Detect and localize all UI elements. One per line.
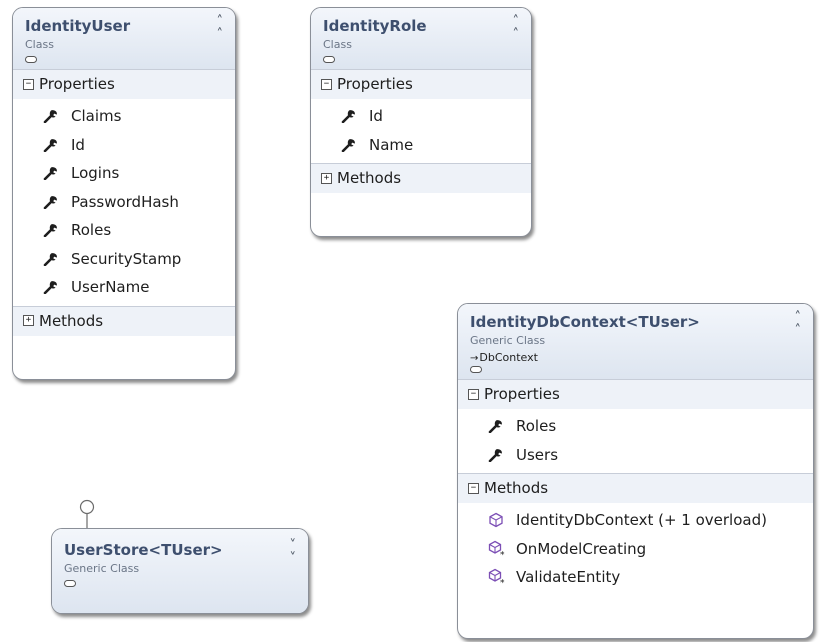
class-header[interactable]: IdentityUser Class ˄ ˄ <box>13 8 235 69</box>
wrench-icon <box>43 109 71 124</box>
class-userstore[interactable]: UserStore<TUser> Generic Class ˅ ˅ <box>51 528 309 614</box>
property-name: Logins <box>71 164 120 183</box>
class-header[interactable]: UserStore<TUser> Generic Class ˅ ˅ <box>52 529 308 613</box>
property-item[interactable]: Claims <box>13 102 235 131</box>
class-header[interactable]: IdentityRole Class ˄ ˄ <box>311 8 531 69</box>
property-name: Id <box>71 135 85 154</box>
method-cube-icon <box>488 512 516 528</box>
wrench-icon <box>43 223 71 238</box>
pin-icon <box>323 56 335 63</box>
property-item[interactable]: UserName <box>13 273 235 302</box>
property-item[interactable]: Users <box>458 441 813 470</box>
properties-section-header[interactable]: − Properties <box>311 69 531 99</box>
properties-list: Id Name <box>311 99 531 163</box>
method-item[interactable]: * OnModelCreating <box>458 535 813 564</box>
section-label: Properties <box>337 75 413 93</box>
properties-list: Claims Id Logins PasswordHash Roles SecurityS… <box>13 99 235 306</box>
methods-section-header[interactable]: + Methods <box>311 163 531 193</box>
expand-toggle-icon[interactable]: + <box>321 172 332 184</box>
collapse-toggle-icon[interactable]: − <box>468 482 479 494</box>
protected-method-icon: * <box>488 568 516 586</box>
wrench-icon <box>341 109 369 124</box>
method-item[interactable]: IdentityDbContext (+ 1 overload) <box>458 506 813 535</box>
method-name: OnModelCreating <box>516 539 647 558</box>
class-identityuser[interactable]: IdentityUser Class ˄ ˄ − Properties Claim… <box>12 7 236 380</box>
class-name: IdentityUser <box>25 17 131 35</box>
property-name: UserName <box>71 278 150 297</box>
property-name: Name <box>369 135 414 154</box>
lollipop-interface-icon <box>79 499 95 529</box>
properties-section-header[interactable]: − Properties <box>458 379 813 409</box>
method-name: ValidateEntity <box>516 568 621 587</box>
property-item[interactable]: PasswordHash <box>13 188 235 217</box>
class-name: IdentityRole <box>323 17 427 35</box>
class-kind: Class <box>323 38 352 51</box>
property-item[interactable]: Id <box>311 102 531 131</box>
collapse-chevron-icon[interactable]: ˄ ˄ <box>513 15 520 41</box>
property-name: Id <box>369 107 383 126</box>
wrench-icon <box>43 195 71 209</box>
properties-section-header[interactable]: − Properties <box>13 69 235 99</box>
wrench-icon <box>43 138 71 152</box>
protected-method-icon: * <box>488 540 516 558</box>
property-name: PasswordHash <box>71 192 179 211</box>
property-name: Roles <box>516 417 557 436</box>
property-name: SecurityStamp <box>71 249 182 268</box>
property-item[interactable]: Id <box>13 131 235 160</box>
property-item[interactable]: Logins <box>13 159 235 188</box>
class-header[interactable]: IdentityDbContext<TUser> Generic Class →… <box>458 304 813 379</box>
section-label: Methods <box>484 479 549 497</box>
pin-icon <box>470 366 482 373</box>
collapse-toggle-icon[interactable]: − <box>468 388 479 400</box>
section-label: Properties <box>39 75 115 93</box>
wrench-icon <box>43 280 71 295</box>
property-item[interactable]: Name <box>311 131 531 160</box>
class-identityrole[interactable]: IdentityRole Class ˄ ˄ − Properties Id Nam… <box>310 7 532 237</box>
property-item[interactable]: Roles <box>13 216 235 245</box>
wrench-icon <box>488 448 516 462</box>
property-item[interactable]: Roles <box>458 412 813 441</box>
method-name: IdentityDbContext (+ 1 overload) <box>516 511 767 530</box>
pin-icon <box>25 56 37 63</box>
svg-text:*: * <box>500 550 505 558</box>
expand-toggle-icon[interactable]: + <box>23 315 34 326</box>
base-class-label: DbContext <box>479 351 538 364</box>
class-footer <box>13 335 235 366</box>
class-kind: Generic Class <box>64 562 140 575</box>
section-label: Methods <box>39 311 104 330</box>
property-name: Claims <box>71 107 122 126</box>
property-item[interactable]: SecurityStamp <box>13 245 235 274</box>
class-kind: Generic Class <box>470 334 546 347</box>
wrench-icon <box>43 252 71 266</box>
base-class: →DbContext <box>470 351 801 364</box>
method-item[interactable]: * ValidateEntity <box>458 563 813 592</box>
property-name: Roles <box>71 221 112 240</box>
wrench-icon <box>488 419 516 434</box>
methods-section-header[interactable]: + Methods <box>13 305 235 336</box>
properties-list: Roles Users <box>458 409 813 473</box>
methods-section-header[interactable]: − Methods <box>458 473 813 503</box>
section-label: Properties <box>484 385 560 403</box>
collapse-chevron-icon[interactable]: ˄ ˄ <box>217 15 224 41</box>
class-identitydbcontext[interactable]: IdentityDbContext<TUser> Generic Class →… <box>457 303 814 639</box>
expand-chevron-icon[interactable]: ˅ ˅ <box>290 539 297 565</box>
collapse-toggle-icon[interactable]: − <box>321 78 332 90</box>
class-name: IdentityDbContext<TUser> <box>470 313 700 331</box>
methods-list: IdentityDbContext (+ 1 overload) * OnModel… <box>458 503 813 596</box>
collapse-chevron-icon[interactable]: ˄ ˄ <box>795 311 802 337</box>
collapse-toggle-icon[interactable]: − <box>23 78 34 90</box>
section-label: Methods <box>337 169 402 187</box>
class-kind: Class <box>25 38 54 51</box>
wrench-icon <box>43 166 71 181</box>
class-name: UserStore<TUser> <box>64 541 223 559</box>
property-name: Users <box>516 445 559 464</box>
class-footer <box>311 193 531 223</box>
wrench-icon <box>341 138 369 152</box>
svg-text:*: * <box>500 579 505 587</box>
inheritance-arrow-icon: → <box>470 353 479 364</box>
pin-icon <box>64 580 76 587</box>
